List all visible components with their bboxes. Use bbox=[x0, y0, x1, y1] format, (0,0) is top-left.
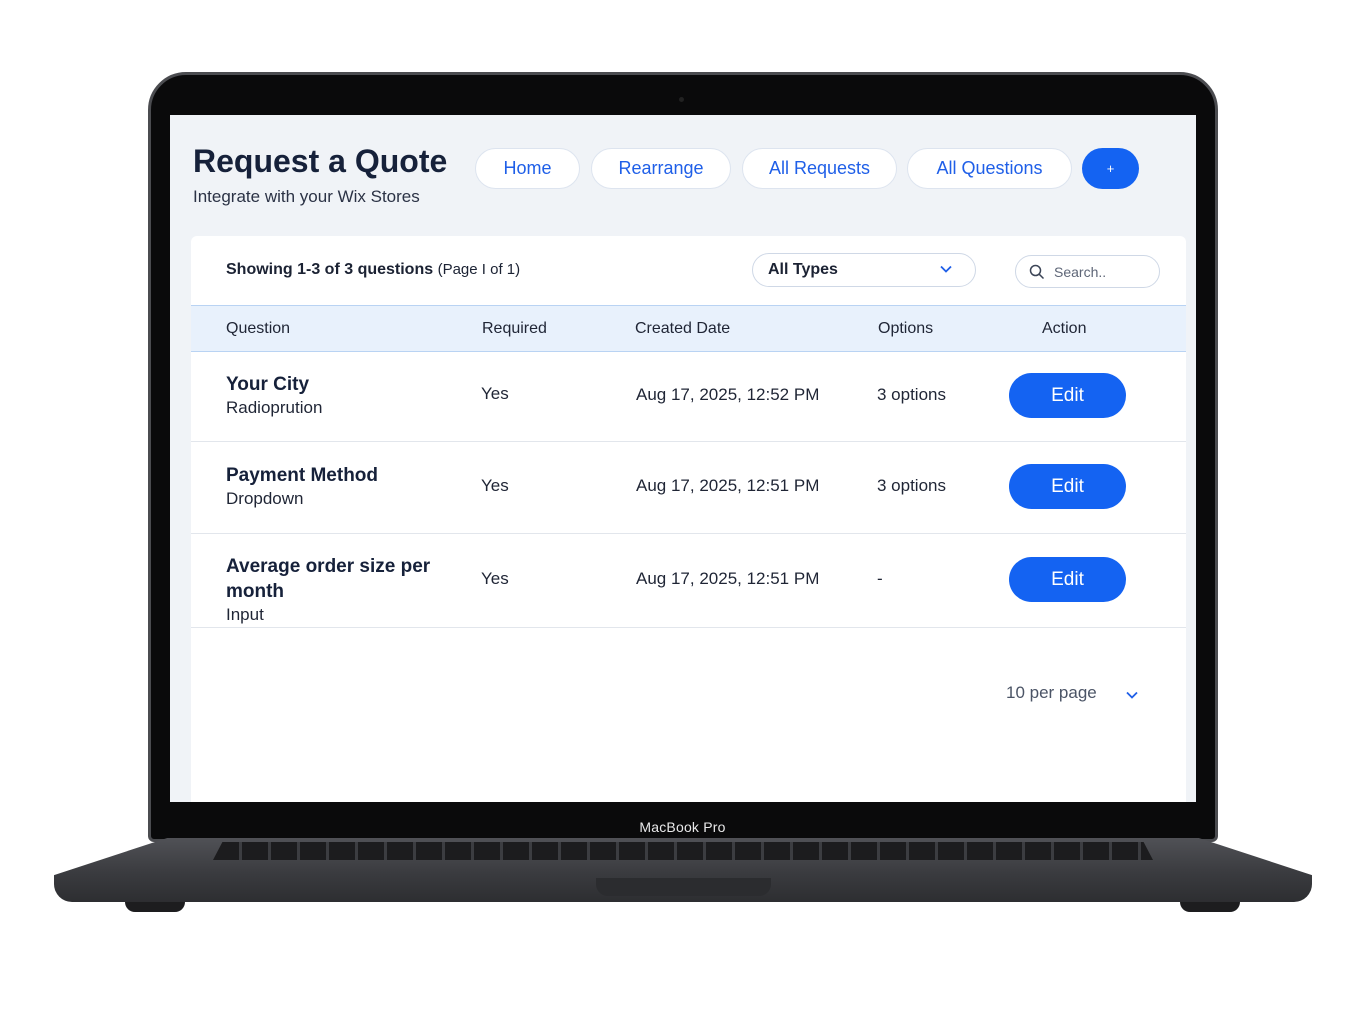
nav-all-questions-button[interactable]: All Questions bbox=[907, 148, 1072, 189]
options-count: 3 options bbox=[877, 476, 946, 495]
search-input[interactable] bbox=[1054, 262, 1149, 282]
question-title: Payment Method bbox=[226, 465, 379, 486]
chevron-down-icon bbox=[940, 265, 952, 273]
edit-button[interactable]: Edit bbox=[1009, 373, 1126, 418]
device-label: MacBook Pro bbox=[639, 819, 726, 835]
keyboard bbox=[213, 842, 1153, 860]
nav-rearrange-button[interactable]: Rearrange bbox=[591, 148, 731, 189]
search-icon bbox=[1029, 264, 1045, 280]
showing-count: Showing 1-3 of 3 questions bbox=[226, 261, 434, 278]
per-page-select[interactable]: 10 per page bbox=[1006, 683, 1097, 703]
question-type: Radioprution bbox=[226, 398, 323, 417]
search-box[interactable] bbox=[1015, 255, 1160, 288]
questions-card: Showing 1-3 of 3 questions (Page I of 1)… bbox=[191, 236, 1186, 802]
created-date: Aug 17, 2025, 12:51 PM bbox=[636, 476, 820, 495]
chevron-down-icon[interactable] bbox=[1125, 688, 1139, 702]
created-date: Aug 17, 2025, 12:52 PM bbox=[636, 385, 820, 404]
column-header-action: Action bbox=[1042, 320, 1087, 337]
options-count: 3 options bbox=[877, 385, 946, 404]
required-value: Yes bbox=[481, 569, 509, 588]
created-date: Aug 17, 2025, 12:51 PM bbox=[636, 569, 820, 588]
column-header-required: Required bbox=[482, 320, 547, 337]
add-question-button[interactable]: + bbox=[1082, 148, 1139, 189]
table-row: Average order size per month Input Yes A… bbox=[191, 534, 1186, 628]
nav-all-requests-button[interactable]: All Requests bbox=[742, 148, 897, 189]
options-count: - bbox=[877, 569, 883, 588]
plus-icon: + bbox=[1106, 161, 1115, 176]
table-header: Question Required Created Date Options A… bbox=[191, 305, 1186, 352]
type-filter-select[interactable]: All Types bbox=[752, 253, 976, 287]
required-value: Yes bbox=[481, 476, 509, 495]
column-header-options: Options bbox=[878, 320, 934, 337]
page-subtitle: Integrate with your Wix Stores bbox=[193, 187, 420, 206]
app-screen: Request a Quote Integrate with your Wix … bbox=[170, 115, 1196, 802]
required-value: Yes bbox=[481, 384, 509, 403]
question-title: Your City bbox=[226, 374, 310, 395]
column-header-question: Question bbox=[226, 320, 291, 337]
question-type: Input bbox=[226, 605, 264, 624]
table-row: Your City Radioprution Yes Aug 17, 2025,… bbox=[191, 352, 1186, 442]
camera-icon bbox=[679, 97, 684, 102]
edit-button[interactable]: Edit bbox=[1009, 557, 1126, 602]
page-title: Request a Quote bbox=[193, 143, 448, 179]
nav-home-button[interactable]: Home bbox=[475, 148, 580, 189]
results-summary: Showing 1-3 of 3 questions (Page I of 1) bbox=[226, 261, 520, 279]
table-row: Payment Method Dropdown Yes Aug 17, 2025… bbox=[191, 442, 1186, 534]
laptop-foot-right bbox=[1180, 902, 1240, 912]
edit-button[interactable]: Edit bbox=[1009, 464, 1126, 509]
trackpad-notch bbox=[596, 878, 771, 896]
question-title: Average order size per month bbox=[226, 556, 431, 602]
type-filter-value: All Types bbox=[768, 261, 838, 278]
column-header-created-date: Created Date bbox=[635, 320, 731, 337]
page-info: (Page I of 1) bbox=[437, 261, 521, 278]
question-type: Dropdown bbox=[226, 489, 304, 508]
laptop-foot-left bbox=[125, 902, 185, 912]
